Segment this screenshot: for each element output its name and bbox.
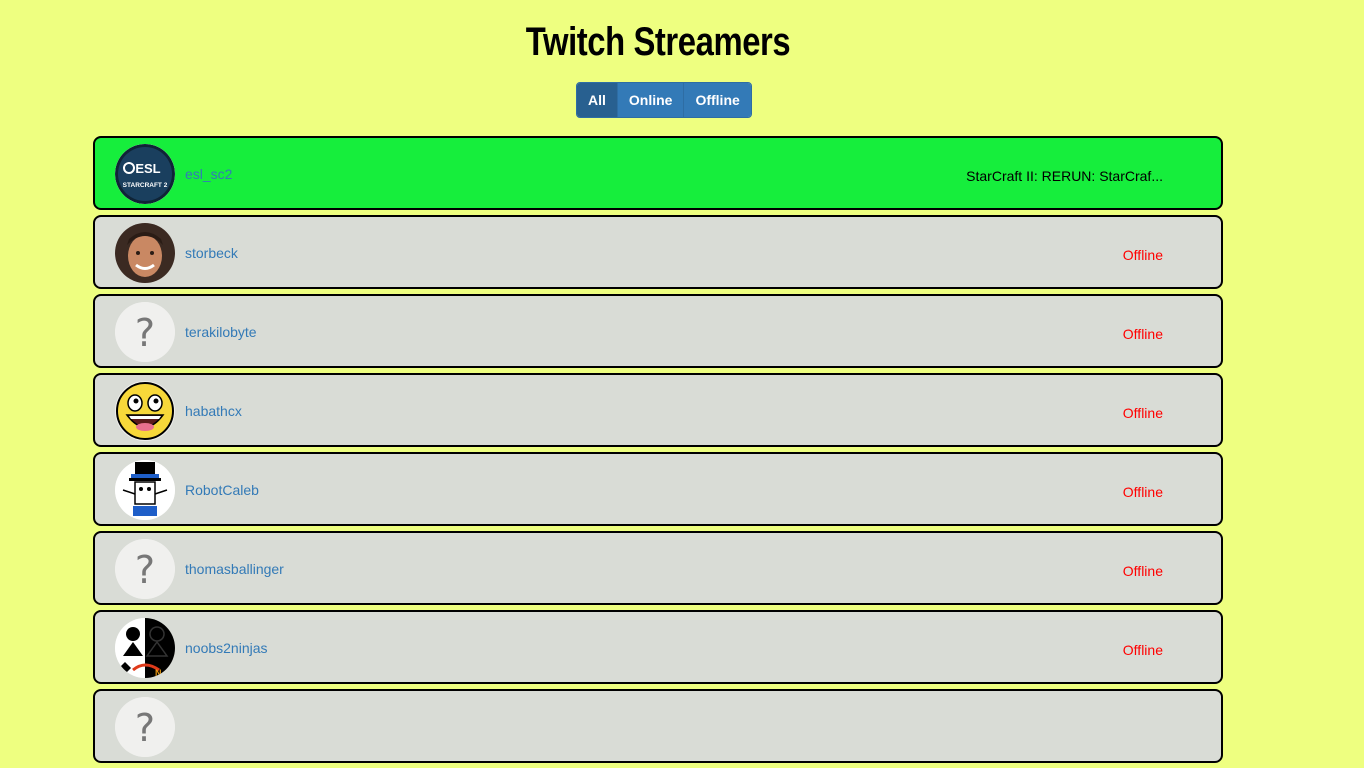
streamer-row[interactable]: ? thomasballinger Offline bbox=[93, 531, 1223, 605]
svg-text:ESL: ESL bbox=[135, 161, 160, 176]
svg-text:N: N bbox=[155, 668, 162, 678]
stream-status: Offline bbox=[1122, 326, 1163, 342]
page-title: Twitch Streamers bbox=[525, 20, 791, 64]
stream-status: Offline bbox=[1122, 247, 1163, 263]
esl-starcraft2-logo: ESL STARCRAFT 2 bbox=[115, 144, 175, 204]
streamer-row[interactable]: habathcx Offline bbox=[93, 373, 1223, 447]
svg-text:STARCRAFT 2: STARCRAFT 2 bbox=[123, 182, 168, 189]
streamer-name-link[interactable]: thomasballinger bbox=[185, 561, 284, 577]
streamer-row[interactable]: N noobs2ninjas Offline bbox=[93, 610, 1223, 684]
svg-text:?: ? bbox=[135, 706, 155, 750]
filter-online-button[interactable]: Online bbox=[617, 83, 685, 117]
stream-status: Offline bbox=[1122, 563, 1163, 579]
streamer-row[interactable]: ? bbox=[93, 689, 1223, 763]
streamer-row[interactable]: RobotCaleb Offline bbox=[93, 452, 1223, 526]
streamer-row[interactable]: storbeck Offline bbox=[93, 215, 1223, 289]
streamer-row[interactable]: ESL STARCRAFT 2 esl_sc2 StarCraft II: RE… bbox=[93, 136, 1223, 210]
smiley-face-icon bbox=[115, 381, 175, 441]
question-mark-icon: ? bbox=[115, 539, 175, 599]
streamer-name-link[interactable]: storbeck bbox=[185, 245, 238, 261]
streamer-row[interactable]: ? terakilobyte Offline bbox=[93, 294, 1223, 368]
question-mark-icon: ? bbox=[115, 697, 175, 757]
filter-offline-button[interactable]: Offline bbox=[684, 83, 751, 117]
streamer-name-link[interactable]: noobs2ninjas bbox=[185, 640, 268, 656]
svg-text:?: ? bbox=[135, 548, 155, 592]
stream-status: StarCraft II: RERUN: StarCraf... bbox=[966, 168, 1163, 184]
question-mark-icon: ? bbox=[115, 302, 175, 362]
streamer-name-link[interactable]: habathcx bbox=[185, 403, 242, 419]
user-photo bbox=[115, 223, 175, 283]
filter-button-group: All Online Offline bbox=[576, 82, 752, 118]
filter-all-button[interactable]: All bbox=[577, 83, 618, 117]
stream-status: Offline bbox=[1122, 642, 1163, 658]
stream-status: Offline bbox=[1122, 484, 1163, 500]
robot-tophat-icon bbox=[115, 460, 175, 520]
streamer-name-link[interactable]: esl_sc2 bbox=[185, 166, 232, 182]
streamer-name-link[interactable]: terakilobyte bbox=[185, 324, 257, 340]
streamer-name-link[interactable]: RobotCaleb bbox=[185, 482, 259, 498]
noobs2ninjas-logo: N bbox=[115, 618, 175, 678]
stream-status: Offline bbox=[1122, 405, 1163, 421]
svg-text:?: ? bbox=[135, 311, 155, 355]
streamer-list: ESL STARCRAFT 2 esl_sc2 StarCraft II: RE… bbox=[93, 136, 1223, 768]
